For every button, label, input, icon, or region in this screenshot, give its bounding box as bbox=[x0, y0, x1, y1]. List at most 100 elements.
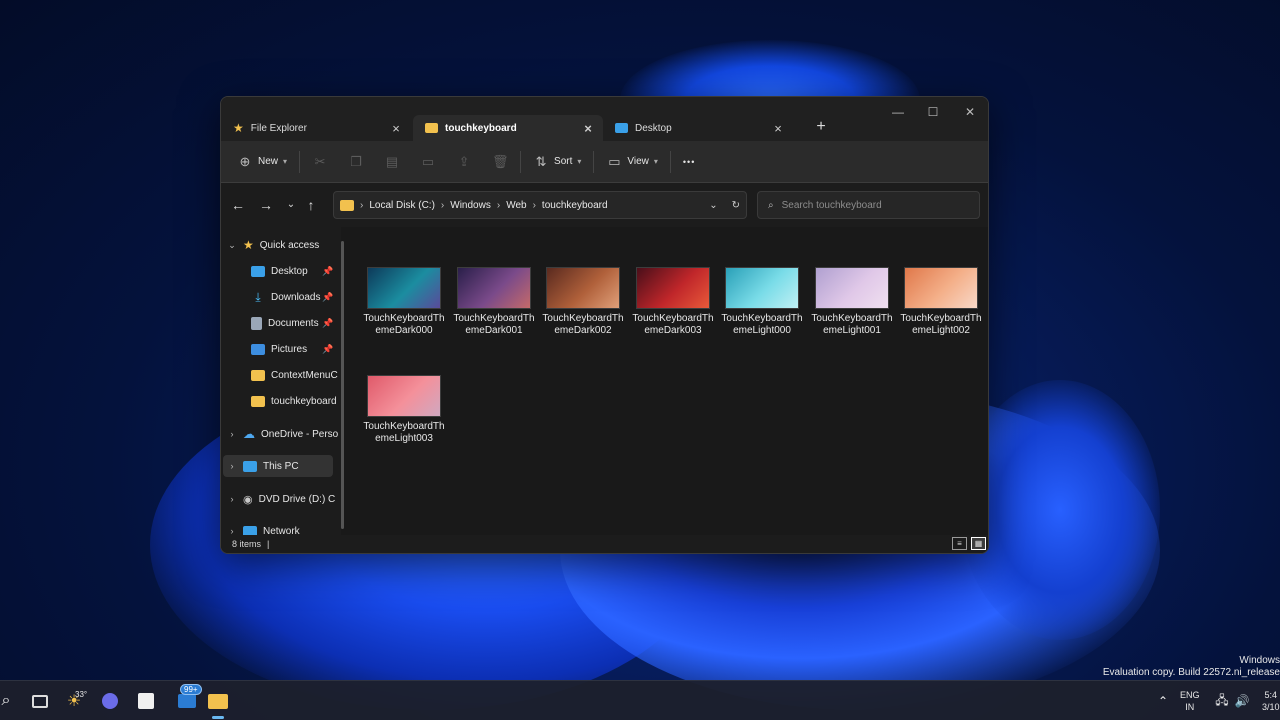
copy-button[interactable]: ❐ bbox=[342, 148, 370, 176]
search-input[interactable]: ⌕ Search touchkeyboard bbox=[757, 191, 980, 219]
file-item[interactable]: TouchKeyboardThemeLight001 bbox=[810, 267, 894, 337]
sidebar-item-contextmenuc[interactable]: ContextMenuC bbox=[251, 364, 338, 386]
pin-icon: 📌 bbox=[322, 292, 334, 302]
chat-button[interactable] bbox=[98, 689, 122, 713]
close-tab-icon[interactable]: × bbox=[771, 121, 785, 136]
breadcrumb-item[interactable]: touchkeyboard bbox=[542, 200, 608, 211]
rename-button[interactable]: ▭ bbox=[414, 148, 442, 176]
view-label: View bbox=[627, 156, 649, 167]
sidebar-item-desktop[interactable]: Desktop bbox=[251, 260, 308, 282]
forward-button[interactable]: → bbox=[256, 195, 276, 215]
new-tab-button[interactable]: + bbox=[811, 117, 831, 137]
cut-button[interactable]: ✂ bbox=[306, 148, 334, 176]
file-name: TouchKeyboardThemeLight000 bbox=[721, 313, 803, 336]
watermark-build: Evaluation copy. Build 22572.ni_release bbox=[1102, 667, 1280, 678]
sidebar-item-dvd-drive[interactable]: › ◉ DVD Drive (D:) C bbox=[227, 488, 336, 510]
new-button[interactable]: ⊕ New ▾ bbox=[231, 148, 293, 176]
chevron-right-icon: › bbox=[496, 199, 501, 211]
wallpaper-bloom bbox=[960, 380, 1160, 640]
desktop-icon bbox=[615, 123, 628, 133]
show-hidden-icons-button[interactable]: ⌃ bbox=[1151, 689, 1175, 713]
tab-file-explorer[interactable]: ★ File Explorer × bbox=[221, 115, 411, 141]
details-view-button[interactable]: ≡ bbox=[952, 537, 967, 550]
sidebar-scrollbar[interactable] bbox=[341, 241, 344, 529]
clock-date: 3/10 bbox=[1262, 702, 1280, 712]
input-language[interactable]: ENG IN bbox=[1180, 689, 1200, 713]
file-item[interactable]: TouchKeyboardThemeLight003 bbox=[362, 375, 446, 445]
plus-circle-icon: ⊕ bbox=[239, 153, 251, 169]
sidebar-item-onedrive[interactable]: › ☁ OneDrive - Perso bbox=[227, 423, 339, 445]
tab-touchkeyboard[interactable]: touchkeyboard × bbox=[413, 115, 603, 141]
sidebar-item-downloads[interactable]: ⤓ Downloads bbox=[251, 286, 320, 308]
divider bbox=[669, 150, 671, 173]
minimize-button[interactable]: — bbox=[882, 101, 914, 123]
sidebar-item-pictures[interactable]: Pictures bbox=[251, 338, 307, 360]
paste-button[interactable]: ▤ bbox=[378, 148, 406, 176]
file-item[interactable]: TouchKeyboardThemeLight000 bbox=[720, 267, 804, 337]
view-button[interactable]: ▭ View ▾ bbox=[600, 148, 664, 176]
arrow-right-icon: → bbox=[259, 197, 273, 213]
back-button[interactable]: ← bbox=[228, 195, 248, 215]
new-label: New bbox=[258, 156, 279, 167]
sidebar-item-quick-access[interactable]: ⌄ ★ Quick access bbox=[227, 234, 319, 256]
pin-icon: 📌 bbox=[322, 318, 334, 328]
breadcrumb-item[interactable]: Web bbox=[506, 200, 526, 211]
share-icon: ⇪ bbox=[458, 153, 470, 169]
sidebar-item-this-pc[interactable]: › This PC bbox=[223, 455, 333, 477]
file-item[interactable]: TouchKeyboardThemeDark001 bbox=[452, 267, 536, 337]
close-tab-icon[interactable]: × bbox=[389, 121, 403, 136]
tab-desktop[interactable]: Desktop × bbox=[603, 115, 793, 141]
weather-temperature: 33° bbox=[75, 690, 88, 699]
text-cursor: | bbox=[267, 539, 270, 549]
recent-locations-button[interactable]: ⌄ bbox=[281, 195, 301, 215]
folder-icon bbox=[251, 395, 265, 407]
delete-button[interactable]: 🗑 bbox=[486, 148, 514, 176]
up-button[interactable]: ↑ bbox=[301, 195, 321, 215]
image-thumbnail bbox=[367, 267, 441, 309]
command-bar: ⊕ New ▾ ✂ ❐ ▤ ▭ ⇪ 🗑 ⇅ Sort ▾ ▭ View ▾ ••… bbox=[221, 141, 988, 183]
cloud-icon: ☁ bbox=[243, 427, 255, 441]
volume-tray-button[interactable]: 🔊 bbox=[1230, 689, 1254, 713]
store-button[interactable] bbox=[134, 689, 158, 713]
sidebar-item-touchkeyboard[interactable]: touchkeyboard bbox=[251, 390, 337, 412]
file-name: TouchKeyboardThemeLight001 bbox=[811, 313, 893, 336]
clock[interactable]: 5:4 3/10 bbox=[1262, 689, 1280, 713]
sort-button[interactable]: ⇅ Sort ▾ bbox=[527, 148, 587, 176]
refresh-icon[interactable]: ↻ bbox=[732, 200, 740, 211]
maximize-button[interactable]: ☐ bbox=[917, 101, 949, 123]
search-icon: ⌕ bbox=[1, 692, 11, 709]
address-bar[interactable]: › Local Disk (C:) › Windows › Web › touc… bbox=[333, 191, 747, 219]
breadcrumb-item[interactable]: Windows bbox=[450, 200, 491, 211]
file-explorer-taskbar-button[interactable] bbox=[206, 689, 230, 713]
sidebar-item-label: Desktop bbox=[271, 265, 308, 277]
file-item[interactable]: TouchKeyboardThemeDark000 bbox=[362, 267, 446, 337]
folder-icon bbox=[425, 123, 438, 133]
sidebar-item-documents[interactable]: Documents bbox=[251, 312, 319, 334]
tiles-view-button[interactable]: ▦ bbox=[971, 537, 986, 550]
task-view-button[interactable] bbox=[28, 689, 52, 713]
address-dropdown-icon[interactable]: ⌄ bbox=[709, 200, 717, 211]
search-button[interactable]: ⌕ bbox=[0, 689, 18, 713]
search-icon: ⌕ bbox=[768, 199, 774, 211]
file-item[interactable]: TouchKeyboardThemeDark003 bbox=[631, 267, 715, 337]
dvd-icon: ◉ bbox=[243, 493, 253, 506]
image-thumbnail bbox=[904, 267, 978, 309]
file-name: TouchKeyboardThemeDark001 bbox=[453, 313, 535, 336]
file-item[interactable]: TouchKeyboardThemeDark002 bbox=[541, 267, 625, 337]
close-tab-icon[interactable]: × bbox=[581, 121, 595, 136]
chevron-down-icon: ▾ bbox=[283, 157, 288, 166]
list-view-icon: ≡ bbox=[957, 539, 962, 548]
more-options-button[interactable]: ••• bbox=[677, 148, 701, 176]
item-count: 8 items bbox=[232, 539, 262, 549]
search-placeholder: Search touchkeyboard bbox=[781, 199, 882, 211]
chevron-right-icon: › bbox=[532, 199, 536, 211]
share-button[interactable]: ⇪ bbox=[450, 148, 478, 176]
more-icon: ••• bbox=[682, 156, 696, 167]
breadcrumb-item[interactable]: Local Disk (C:) bbox=[369, 200, 435, 211]
close-button[interactable]: ✕ bbox=[954, 101, 986, 123]
image-thumbnail bbox=[546, 267, 620, 309]
star-icon: ★ bbox=[243, 238, 254, 252]
file-item[interactable]: TouchKeyboardThemeLight002 bbox=[899, 267, 983, 337]
file-explorer-window: ★ File Explorer × touchkeyboard × Deskto… bbox=[220, 96, 989, 554]
chevron-down-icon: ⌄ bbox=[228, 239, 236, 250]
